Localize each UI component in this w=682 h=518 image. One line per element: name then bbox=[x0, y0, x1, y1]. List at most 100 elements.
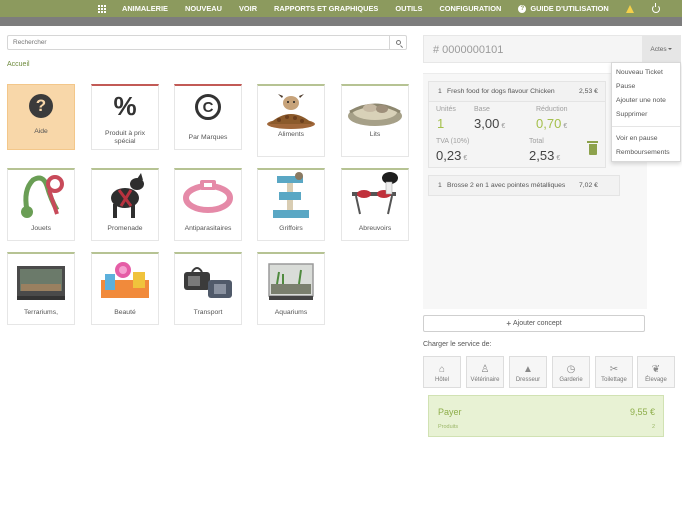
breadcrumb[interactable]: Accueil bbox=[7, 61, 30, 68]
category-tile-promenade[interactable]: Promenade bbox=[91, 168, 159, 241]
help-icon: ? bbox=[29, 94, 53, 118]
total-label: Total bbox=[529, 138, 544, 145]
service-label: Toilettage bbox=[601, 377, 627, 383]
service-hotel[interactable]: ⌂ Hôtel bbox=[423, 356, 461, 388]
service-elevage[interactable]: ❦ Élevage bbox=[637, 356, 675, 388]
category-tile-aquariums[interactable]: Aquariums bbox=[257, 252, 325, 325]
menu-voir-pause[interactable]: Voir en pause bbox=[616, 135, 658, 142]
clock-icon: ◷ bbox=[566, 364, 576, 375]
base-label: Base bbox=[474, 106, 490, 113]
category-tile-aide[interactable]: ? Aide bbox=[7, 84, 75, 150]
unites-value[interactable]: 1 bbox=[437, 116, 444, 131]
category-label: Beauté bbox=[114, 309, 136, 316]
chevron-down-icon bbox=[667, 48, 672, 50]
add-concept-label: Ajouter concept bbox=[513, 320, 562, 327]
graduation-cap-icon: ▲ bbox=[523, 364, 533, 375]
category-label: Abreuvoirs bbox=[358, 225, 392, 232]
menu-nouveau-ticket[interactable]: Nouveau Ticket bbox=[616, 69, 663, 76]
copyright-icon: C bbox=[195, 94, 221, 120]
category-tile-antiparasitaires[interactable]: Antiparasitaires bbox=[174, 168, 242, 241]
category-label: Lits bbox=[369, 131, 381, 138]
menu-ajouter-note[interactable]: Ajouter une note bbox=[616, 97, 666, 104]
terrarium-image bbox=[17, 266, 65, 300]
pet-bed-image bbox=[348, 103, 402, 126]
pet-carrier-image bbox=[184, 267, 232, 298]
house-icon: ⌂ bbox=[438, 364, 446, 375]
currency: € bbox=[501, 123, 506, 130]
payer-total: 9,55 € bbox=[629, 407, 655, 417]
tva-label: TVA (10%) bbox=[436, 138, 470, 145]
total-value: 2,53 € bbox=[529, 148, 560, 163]
menu-remboursements[interactable]: Remboursements bbox=[616, 149, 670, 156]
actes-label: Actes bbox=[650, 45, 667, 53]
category-tile-transport[interactable]: Transport bbox=[174, 252, 242, 325]
currency: € bbox=[563, 123, 568, 130]
produits-count: 2 bbox=[651, 424, 655, 430]
category-tile-griffoirs[interactable]: Griffoirs bbox=[257, 168, 325, 241]
cat-tree-image bbox=[273, 172, 309, 218]
category-tile-marques[interactable]: C Par Marques bbox=[174, 84, 242, 150]
service-dresseur[interactable]: ▲ Dresseur bbox=[509, 356, 547, 388]
ticket-number: # 0000000101 bbox=[433, 44, 504, 56]
line-qty: 1 bbox=[438, 182, 442, 189]
apps-grid-icon[interactable] bbox=[98, 4, 106, 13]
menu-pause[interactable]: Pause bbox=[616, 83, 635, 90]
plus-icon: + bbox=[506, 319, 511, 328]
service-label: Vétérinaire bbox=[470, 377, 500, 383]
actes-button[interactable]: Actes bbox=[642, 36, 680, 62]
payer-label: Payer bbox=[438, 407, 462, 417]
category-tile-prix-special[interactable]: % Produit à prix spécial bbox=[91, 84, 159, 150]
category-tile-beaute[interactable]: Beauté bbox=[91, 252, 159, 325]
currency: € bbox=[556, 155, 561, 162]
line-price: 7,02 € bbox=[579, 182, 598, 189]
category-label: Aide bbox=[34, 128, 48, 135]
nav-nouveau[interactable]: NOUVEAU bbox=[185, 4, 222, 13]
service-veterinaire[interactable]: ♙ Vétérinaire bbox=[466, 356, 504, 388]
sub-bar bbox=[0, 17, 682, 26]
category-label: Transport bbox=[193, 309, 223, 316]
currency: € bbox=[463, 155, 468, 162]
category-label: Produit à prix spécial bbox=[104, 130, 146, 145]
search-button[interactable] bbox=[389, 36, 406, 49]
nav-voir[interactable]: VOIR bbox=[239, 4, 257, 13]
aquarium-image bbox=[268, 263, 314, 300]
warning-icon[interactable] bbox=[625, 4, 634, 13]
service-garderie[interactable]: ◷ Garderie bbox=[552, 356, 590, 388]
category-tile-jouets[interactable]: Jouets bbox=[7, 168, 75, 241]
base-value[interactable]: 3,00 € bbox=[474, 116, 505, 131]
nav-guide[interactable]: ? GUIDE D'UTILISATION bbox=[518, 4, 609, 13]
percent-icon: % bbox=[113, 91, 137, 121]
grooming-products-image bbox=[101, 262, 149, 298]
service-toilettage[interactable]: ✂ Toilettage bbox=[595, 356, 633, 388]
category-label: Promenade bbox=[107, 225, 143, 232]
tva-amount: 0,23 bbox=[436, 148, 462, 163]
feeding-bowls-image bbox=[352, 172, 398, 215]
category-tile-lits[interactable]: Lits bbox=[341, 84, 409, 157]
add-concept-button[interactable]: + Ajouter concept bbox=[423, 315, 645, 332]
nav-outils[interactable]: OUTILS bbox=[395, 4, 422, 13]
rope-toy-image bbox=[21, 175, 64, 218]
scissors-icon: ✂ bbox=[609, 364, 619, 375]
category-label: Antiparasitaires bbox=[184, 225, 232, 232]
service-label: Garderie bbox=[559, 377, 583, 383]
category-label: Griffoirs bbox=[279, 225, 303, 232]
menu-supprimer[interactable]: Supprimer bbox=[616, 111, 647, 118]
search-box bbox=[7, 35, 407, 50]
category-label: Aquariums bbox=[274, 309, 308, 316]
reduction-value[interactable]: 0,70 € bbox=[536, 116, 567, 131]
category-tile-aliments[interactable]: Aliments bbox=[257, 84, 325, 157]
category-tile-terrariums[interactable]: Terrariums, bbox=[7, 252, 75, 325]
nav-animalerie[interactable]: ANIMALERIE bbox=[122, 4, 168, 13]
base-amount: 3,00 bbox=[474, 116, 500, 131]
nav-rapports[interactable]: RAPPORTS ET GRAPHIQUES bbox=[274, 4, 378, 13]
nav-configuration[interactable]: CONFIGURATION bbox=[439, 4, 501, 13]
category-tile-abreuvoirs[interactable]: Abreuvoirs bbox=[341, 168, 409, 241]
trash-icon[interactable] bbox=[587, 141, 598, 155]
charger-label: Charger le service de: bbox=[423, 341, 492, 348]
power-icon[interactable] bbox=[651, 2, 660, 13]
tva-value: 0,23 € bbox=[436, 148, 467, 163]
search-icon bbox=[395, 40, 401, 45]
search-input[interactable] bbox=[8, 36, 389, 49]
payer-button[interactable]: Payer 9,55 € Produits 2 bbox=[428, 395, 664, 437]
unites-label: Unités bbox=[436, 106, 456, 113]
